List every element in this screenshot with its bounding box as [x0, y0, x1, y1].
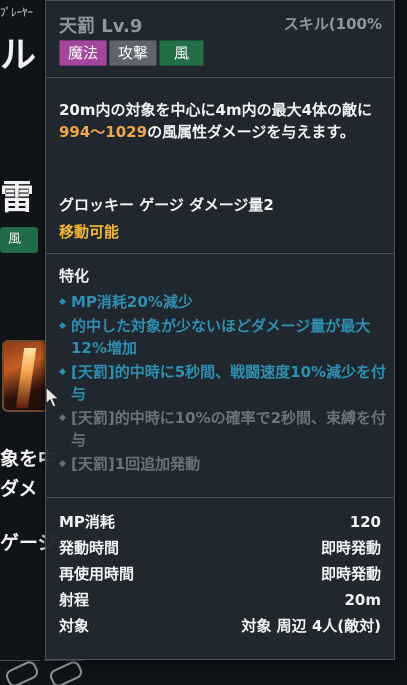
stat-value: 20m [344, 591, 381, 609]
stat-label: MP消耗 [59, 513, 115, 531]
background-text-line: ダメ [0, 478, 38, 500]
specialization-title: 特化 [59, 267, 90, 285]
specialization-text: [天罰]的中時に5秒間、戦闘速度10%減少を付与 [71, 363, 387, 403]
diamond-bullet-icon: ◆ [59, 413, 66, 423]
chain-icon [44, 660, 84, 685]
movable-label: 移動可能 [59, 223, 120, 241]
stat-value: 120 [349, 513, 381, 531]
skill-stats: MP消耗 120 発動時間 即時発動 再使用時間 即時発動 射程 20m 対象 … [59, 509, 381, 639]
stat-value: 即時発動 [320, 565, 381, 583]
tag-wind: 風 [159, 40, 205, 66]
chain-icon [0, 660, 40, 685]
divider [46, 497, 394, 498]
stat-value: 対象 周辺 4人(敵対) [241, 617, 381, 635]
player-label: ﾌﾟﾚｰﾔｰ [0, 6, 33, 19]
stat-label: 発動時間 [59, 539, 120, 557]
skill-slot-icon[interactable] [2, 340, 50, 412]
description-text: 20m内の対象を中心に4m内の最大4体の敵に [59, 101, 373, 119]
skill-title: 天罰 Lv.9 [59, 16, 143, 37]
groggy-gauge-line: グロッキー ゲージ ダメージ量2 [59, 196, 274, 214]
mouse-cursor-icon [45, 386, 61, 408]
background-heading-char: ル [0, 35, 37, 76]
stat-row-cooldown: 再使用時間 即時発動 [59, 561, 381, 587]
diamond-bullet-icon: ◆ [59, 297, 66, 307]
tooltip-header: 天罰 Lv.9 スキル(100% [46, 1, 394, 39]
skill-tags: 魔法 攻撃 風 [59, 40, 205, 66]
stat-label: 射程 [59, 591, 90, 609]
divider [46, 253, 394, 254]
header-skill-label: スキル(100% [283, 15, 382, 33]
diamond-bullet-icon: ◆ [59, 367, 66, 377]
stat-row-target: 対象 対象 周辺 4人(敵対) [59, 613, 381, 639]
damage-range: 994〜1029 [59, 123, 148, 141]
specialization-list: ◆ MP消耗20%減少 ◆ 的中した対象が少ないほどダメージ量が最大12%増加 ◆ [… [59, 291, 387, 477]
specialization-text: [天罰]1回追加発動 [71, 455, 201, 473]
stat-row-mp: MP消耗 120 [59, 509, 381, 535]
specialization-text: 的中した対象が少ないほどダメージ量が最大12%増加 [71, 317, 371, 357]
stat-row-range: 射程 20m [59, 587, 381, 613]
background-element-char: 雷 [0, 178, 34, 218]
specialization-item: ◆ [天罰]的中時に5秒間、戦闘速度10%減少を付与 [59, 361, 387, 405]
specialization-item: ◆ 的中した対象が少ないほどダメージ量が最大12%増加 [59, 315, 387, 359]
specialization-text: [天罰]的中時に10%の確率で2秒間、束縛を付与 [71, 409, 387, 449]
skill-tooltip: 天罰 Lv.9 スキル(100% 魔法 攻撃 風 20m内の対象を中心に4m内の… [45, 0, 395, 660]
background-wind-badge: 風 [0, 227, 38, 253]
stat-label: 対象 [59, 617, 90, 635]
divider [46, 77, 394, 78]
stat-row-cast-time: 発動時間 即時発動 [59, 535, 381, 561]
stat-value: 即時発動 [320, 539, 381, 557]
tag-magic: 魔法 [59, 40, 108, 66]
specialization-item: ◆ [天罰]的中時に10%の確率で2秒間、束縛を付与 [59, 407, 387, 451]
specialization-item: ◆ [天罰]1回追加発動 [59, 453, 387, 475]
specialization-text: MP消耗20%減少 [71, 293, 193, 311]
stat-label: 再使用時間 [59, 565, 135, 583]
tag-attack: 攻撃 [109, 40, 158, 66]
description-text: の風属性ダメージを与えます。 [147, 123, 355, 141]
skill-description: 20m内の対象を中心に4m内の最大4体の敵に 994〜1029の風属性ダメージを与… [59, 99, 385, 143]
diamond-bullet-icon: ◆ [59, 459, 66, 469]
diamond-bullet-icon: ◆ [59, 321, 66, 331]
specialization-item: ◆ MP消耗20%減少 [59, 291, 387, 313]
